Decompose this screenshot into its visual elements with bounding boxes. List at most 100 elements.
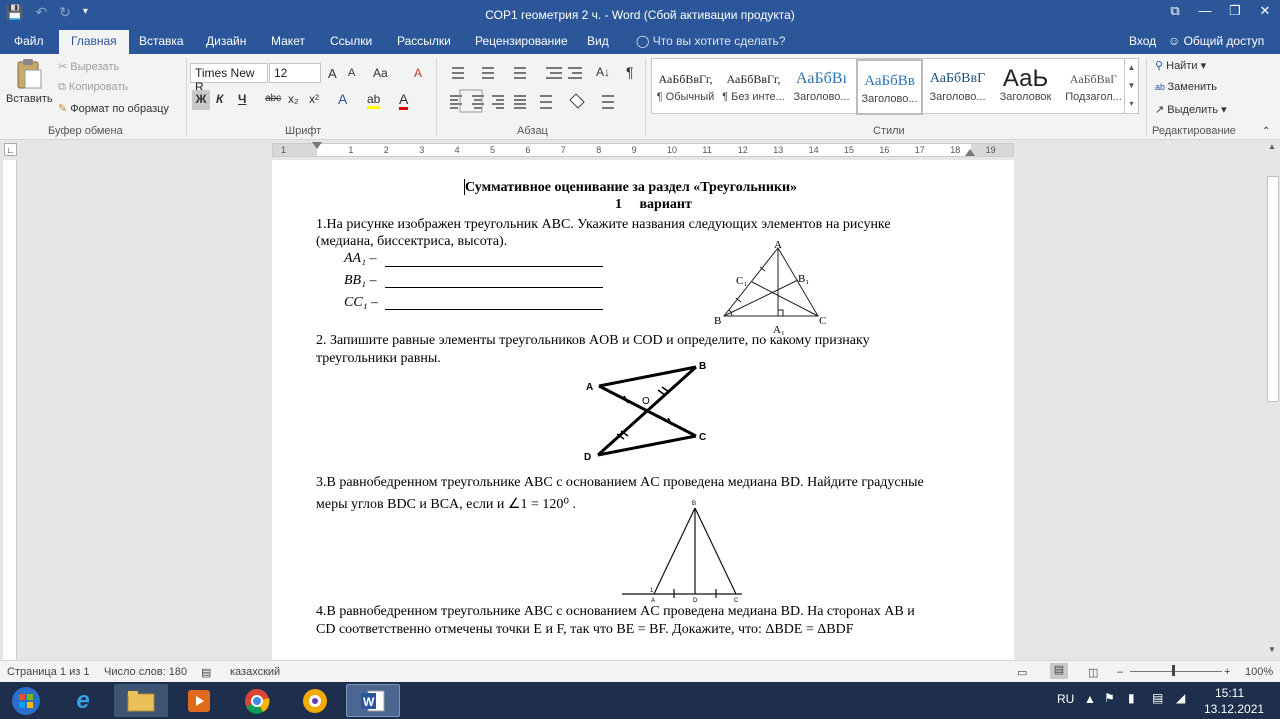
replace-button[interactable]: ab Заменить: [1155, 81, 1217, 93]
scrollbar-thumb[interactable]: [1267, 176, 1279, 402]
style-no-spacing[interactable]: АаБбВвГг, ¶ Без инте...: [720, 59, 787, 115]
style-subtitle[interactable]: АаБбВвГ Подзагол...: [1060, 59, 1127, 115]
share-button[interactable]: ☺ Общий доступ: [1168, 34, 1264, 48]
volume-icon[interactable]: ◢: [1176, 691, 1185, 705]
styles-scroll[interactable]: ▲ ▼ ▾: [1124, 59, 1138, 113]
print-layout-icon[interactable]: ▤: [1050, 663, 1068, 679]
change-case-button[interactable]: Aa: [373, 66, 388, 80]
zoom-out-button[interactable]: –: [1117, 666, 1123, 678]
input-language[interactable]: RU: [1057, 692, 1074, 706]
underline-button[interactable]: Ч: [238, 92, 246, 106]
scissors-icon: ✂: [58, 61, 71, 73]
indent-marker[interactable]: [312, 142, 322, 149]
italic-button[interactable]: К: [216, 92, 223, 106]
cut-button[interactable]: ✂ Вырезать: [58, 60, 119, 73]
strikethrough-button[interactable]: abc: [265, 93, 281, 104]
vertical-ruler[interactable]: [3, 160, 17, 660]
collapse-ribbon-icon[interactable]: ⌃: [1262, 126, 1270, 137]
tab-references[interactable]: Ссылки: [330, 34, 372, 48]
restore-button[interactable]: ❐: [1220, 0, 1250, 24]
network-icon[interactable]: ▤: [1152, 691, 1163, 705]
taskbar-chrome[interactable]: [230, 684, 284, 717]
sign-in-link[interactable]: Вход: [1129, 34, 1156, 48]
question-3: 3.В равнобедренном треугольнике ABC с ос…: [316, 475, 924, 490]
zoom-in-button[interactable]: +: [1224, 666, 1230, 678]
minimize-button[interactable]: —: [1190, 0, 1220, 24]
clock-date[interactable]: 13.12.2021: [1204, 702, 1264, 716]
text-effects-button[interactable]: A: [338, 91, 347, 107]
right-indent-marker[interactable]: [965, 149, 975, 156]
grow-font-button[interactable]: A: [328, 66, 337, 81]
web-layout-icon[interactable]: ◫: [1088, 666, 1098, 679]
fig2-label-b: B: [699, 361, 706, 372]
proofing-icon[interactable]: ▤: [201, 666, 211, 679]
editing-group-label: Редактирование: [1152, 125, 1236, 137]
tab-home[interactable]: Главная: [59, 30, 129, 54]
horizontal-ruler[interactable]: 1 1 2 3 4 5 6 7 8 9 10 11 12 13 14 15 16 17 18 19: [272, 142, 1014, 157]
style-heading-1[interactable]: АаБбВı Заголово...: [788, 59, 855, 115]
ruler-number: 5: [490, 145, 496, 155]
word-count[interactable]: Число слов: 180: [104, 666, 187, 678]
select-button[interactable]: ↗ Выделить ▾: [1155, 103, 1227, 116]
document-title: Суммативное оценивание за раздел «Треуго…: [465, 180, 798, 195]
style-normal[interactable]: АаБбВвГг, ¶ Обычный: [652, 59, 719, 115]
page-count[interactable]: Страница 1 из 1: [7, 666, 89, 678]
ribbon-display-options-button[interactable]: ⧉: [1160, 0, 1190, 24]
ribbon-tabs: Файл Главная Вставка Дизайн Макет Ссылки…: [0, 30, 1280, 54]
fig2-label-a: A: [586, 382, 593, 393]
language-indicator[interactable]: казахский: [230, 666, 280, 678]
close-button[interactable]: ✕: [1250, 0, 1280, 24]
highlight-button[interactable]: ab: [367, 92, 381, 109]
show-formatting-button[interactable]: ¶: [626, 64, 634, 80]
tab-file[interactable]: Файл: [14, 34, 44, 48]
tab-review[interactable]: Рецензирование: [475, 34, 568, 48]
clock-time[interactable]: 15:11: [1215, 686, 1244, 700]
ruler-number: 8: [596, 145, 602, 155]
variant-label: 1 вариант: [615, 197, 692, 212]
start-button[interactable]: [2, 684, 50, 717]
font-name-select[interactable]: Times New R: [190, 63, 268, 94]
vertical-scrollbar[interactable]: ▲ ▼: [1266, 140, 1280, 660]
zoom-slider[interactable]: [1130, 671, 1222, 672]
document-page[interactable]: Суммативное оценивание за раздел «Треуго…: [272, 160, 1014, 660]
internet-explorer-icon: e: [76, 686, 90, 714]
read-mode-icon[interactable]: ▭: [1017, 666, 1027, 679]
tab-insert[interactable]: Вставка: [139, 34, 184, 48]
font-color-button[interactable]: A: [399, 91, 409, 110]
power-icon[interactable]: ▮: [1128, 691, 1135, 705]
font-size-select[interactable]: 12: [269, 63, 321, 83]
style-heading-3[interactable]: АаБбВвГ Заголово...: [924, 59, 991, 115]
taskbar-word[interactable]: W: [346, 684, 400, 717]
tab-design[interactable]: Дизайн: [206, 34, 246, 48]
format-painter-button[interactable]: ✎ Формат по образцу: [58, 102, 169, 115]
tell-me-search[interactable]: ◯ Что вы хотите сделать?: [636, 34, 785, 48]
tab-layout[interactable]: Макет: [271, 34, 305, 48]
subscript-button[interactable]: x₂: [288, 92, 299, 106]
style-title[interactable]: АаЬ Заголовок: [992, 59, 1059, 115]
clear-formatting-button[interactable]: A: [414, 66, 422, 80]
taskbar-internet-explorer[interactable]: e: [56, 684, 110, 717]
show-hidden-icons[interactable]: ▲: [1084, 692, 1096, 706]
tab-view[interactable]: Вид: [587, 34, 609, 48]
taskbar-media-player[interactable]: [172, 684, 226, 717]
taskbar-explorer[interactable]: [114, 684, 168, 717]
paste-button[interactable]: Вставить: [6, 58, 53, 118]
tab-selector[interactable]: ∟: [4, 143, 17, 156]
bold-button[interactable]: Ж: [192, 90, 210, 110]
ruler-number: 10: [667, 145, 678, 155]
sort-button[interactable]: A↓: [596, 65, 610, 79]
shrink-font-button[interactable]: A: [348, 67, 355, 79]
ruler-number: 11: [702, 145, 712, 155]
ruler-number: 17: [914, 145, 925, 155]
superscript-button[interactable]: x²: [309, 92, 319, 106]
windows-logo-icon: [12, 686, 40, 715]
zoom-slider-thumb[interactable]: [1172, 665, 1175, 676]
style-heading-2[interactable]: АаБбВв Заголово...: [856, 59, 923, 115]
copy-button[interactable]: ⧉ Копировать: [58, 81, 128, 94]
flag-icon[interactable]: ⚑: [1104, 691, 1115, 705]
find-button[interactable]: ⚲ Найти ▾: [1155, 59, 1206, 72]
ruler-number: 1: [348, 145, 354, 155]
tab-mailings[interactable]: Рассылки: [397, 34, 451, 48]
zoom-level[interactable]: 100%: [1245, 666, 1273, 678]
taskbar-browser[interactable]: [288, 684, 342, 717]
